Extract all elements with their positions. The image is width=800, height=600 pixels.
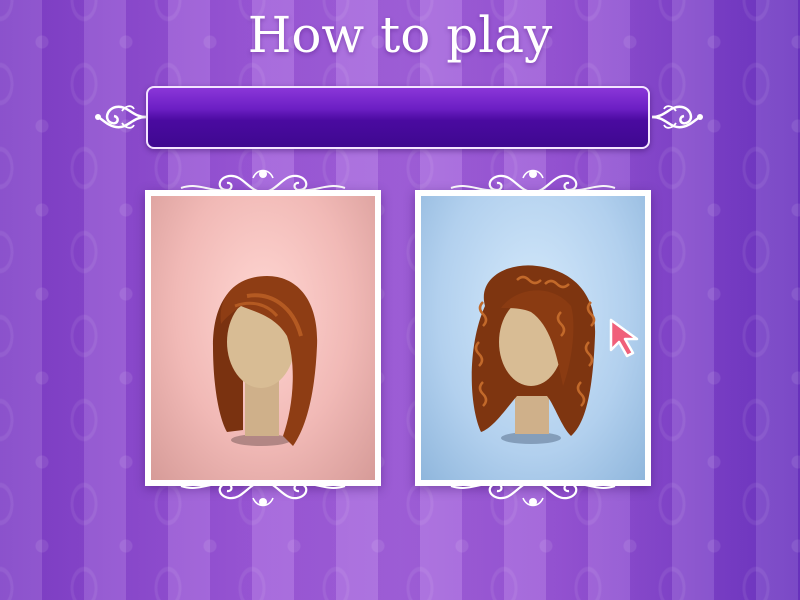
straight-hair-illustration (213, 276, 318, 446)
arrow-cursor-icon (609, 318, 639, 358)
instruction-bar-panel (146, 86, 650, 149)
straight-hair-card[interactable] (145, 190, 381, 486)
bar-ornament-right (651, 105, 703, 129)
curly-hair-card-inner (421, 196, 645, 480)
bar-ornament-left (95, 105, 147, 129)
page-title: How to play (247, 6, 553, 64)
curly-hair-card[interactable] (415, 190, 651, 486)
card-right-bottom-ornament (450, 480, 616, 507)
card-left-bottom-ornament (180, 480, 346, 507)
instruction-bar (146, 86, 650, 149)
straight-hair-card-inner (151, 196, 375, 480)
